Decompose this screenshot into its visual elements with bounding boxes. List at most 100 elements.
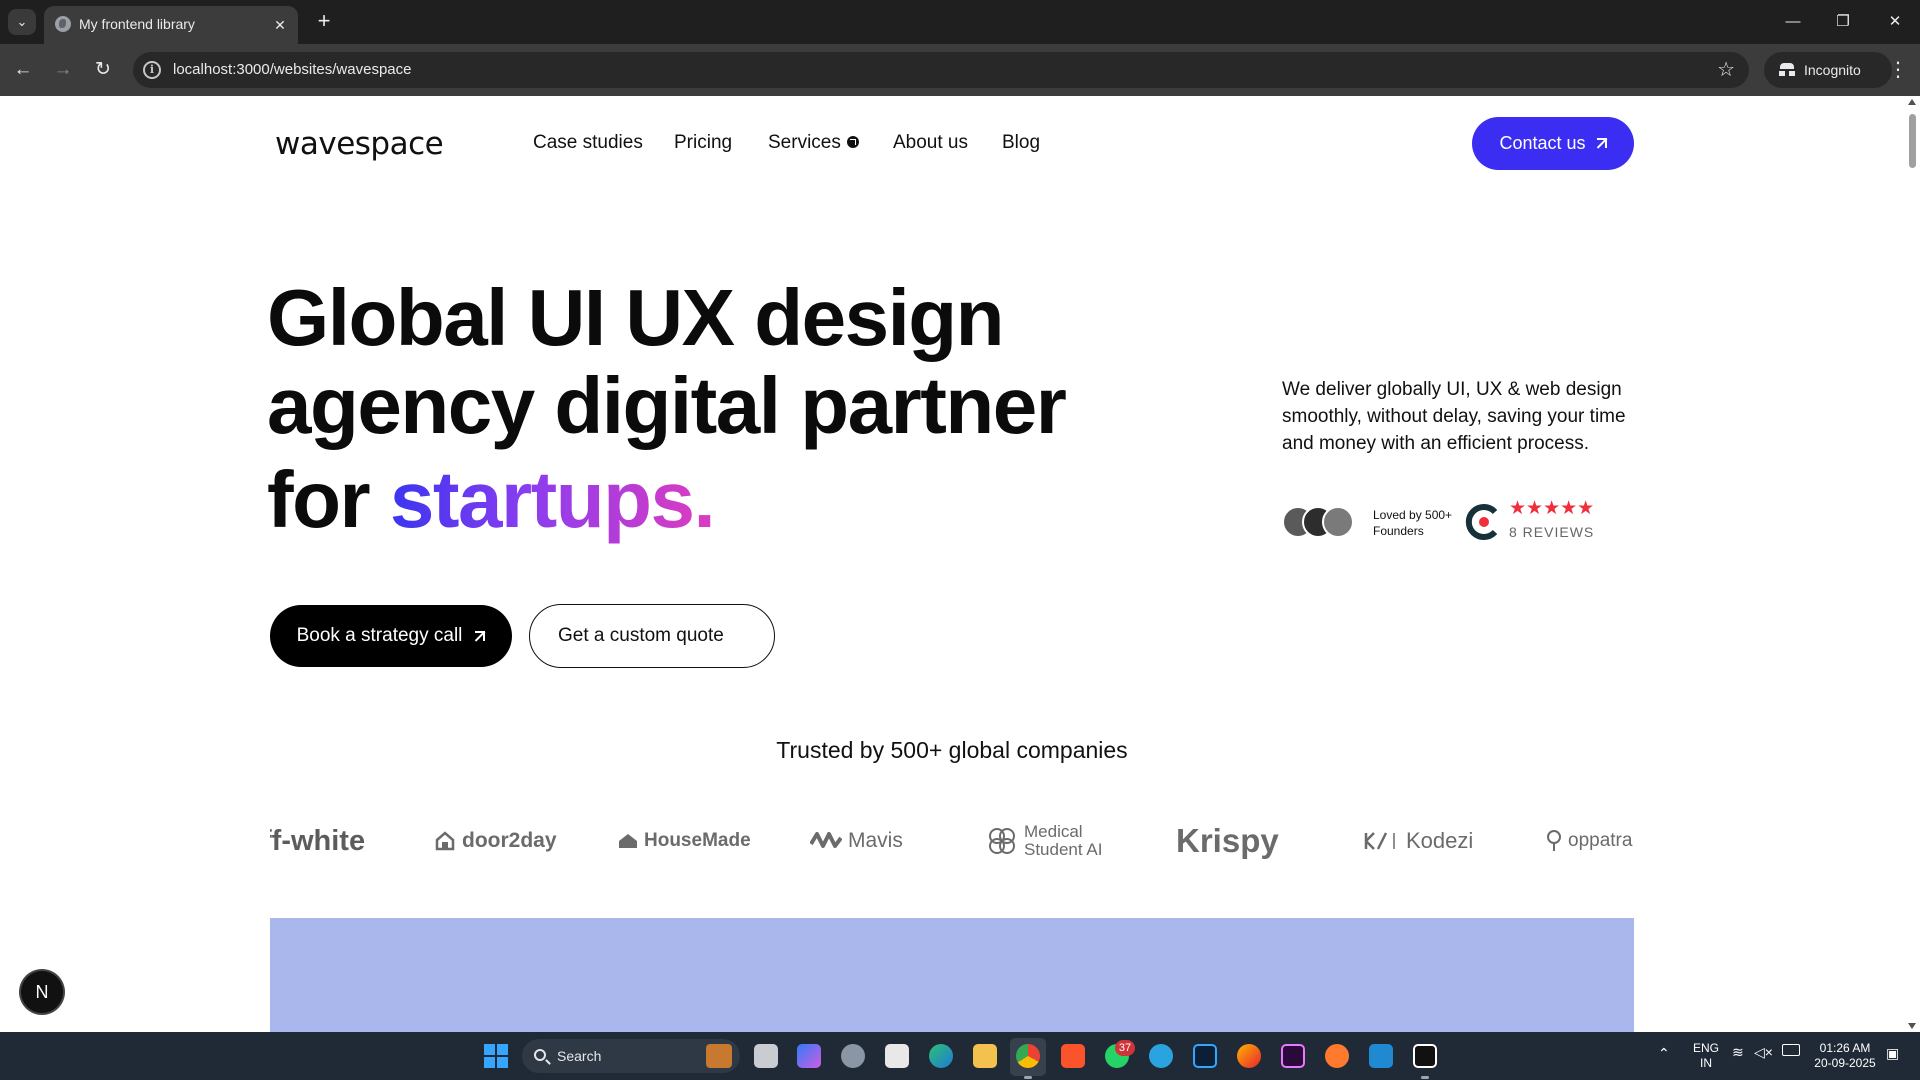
close-window-button[interactable]: ✕ — [1872, 8, 1918, 36]
nav-services-label: Services — [768, 132, 841, 153]
nav-about-us[interactable]: About us — [893, 132, 968, 154]
scroll-up-icon[interactable] — [1908, 99, 1916, 105]
new-tab-button[interactable]: + — [310, 8, 338, 36]
windows-taskbar: Search 37 ⌃ ENG IN ≋ ◁× 01:26 AM 20-09-2… — [0, 1032, 1920, 1080]
browser-tab-bar: ⌄ My frontend library ✕ + — ❐ ✕ — [0, 0, 1920, 44]
roof-icon — [619, 834, 637, 848]
file-explorer-icon[interactable] — [973, 1044, 997, 1068]
hero-heading-line-3: for startups. — [267, 460, 716, 540]
forward-button[interactable]: → — [49, 56, 77, 84]
incognito-label: Incognito — [1804, 62, 1861, 78]
back-button[interactable]: ← — [9, 56, 37, 84]
nav-pricing[interactable]: Pricing — [674, 132, 732, 154]
client-logo-text: Mavis — [848, 829, 903, 852]
hero-heading-line-1: Global UI UX design — [267, 273, 1005, 362]
incognito-icon — [1778, 61, 1796, 79]
scroll-down-icon[interactable] — [1908, 1023, 1916, 1029]
telegram-icon[interactable] — [1149, 1044, 1173, 1068]
settings-gear-icon[interactable] — [841, 1044, 865, 1068]
language-indicator[interactable]: ENG IN — [1692, 1041, 1720, 1071]
vscode-icon[interactable] — [1369, 1044, 1393, 1068]
brave-icon[interactable] — [1061, 1044, 1085, 1068]
store-icon[interactable] — [885, 1044, 909, 1068]
showcase-image — [270, 918, 1634, 1032]
hero-heading-highlight: startups — [389, 455, 695, 544]
reviews-count[interactable]: 8 REVIEWS — [1509, 524, 1594, 540]
browser-toolbar: ← → ↻ i localhost:3000/websites/wavespac… — [0, 44, 1920, 96]
nav-services[interactable]: Services — [768, 132, 859, 154]
wifi-icon[interactable]: ≋ — [1732, 1045, 1744, 1060]
client-logo-text: Krispy — [1176, 822, 1279, 859]
search-highlight-icon — [706, 1044, 732, 1068]
page-viewport: wavespace Case studies Pricing Services … — [0, 96, 1904, 1032]
battery-icon[interactable] — [1782, 1044, 1800, 1056]
taskbar-search[interactable]: Search — [522, 1039, 740, 1073]
loved-by-text: Loved by 500+ Founders — [1373, 507, 1452, 539]
speaker-muted-icon[interactable]: ◁× — [1754, 1045, 1773, 1060]
copilot-icon[interactable] — [797, 1044, 821, 1068]
reload-button[interactable]: ↻ — [89, 56, 117, 84]
clock[interactable]: 01:26 AM 20-09-2025 — [1810, 1041, 1880, 1071]
client-logo-offwhite: ff-white — [270, 812, 365, 870]
url-text[interactable]: localhost:3000/websites/wavespace — [173, 61, 411, 78]
language-line-1: ENG — [1692, 1041, 1719, 1055]
hero-heading-line-2: agency digital partner — [267, 361, 1067, 450]
arrow-up-right-icon — [474, 630, 486, 642]
clock-time: 01:26 AM — [1819, 1041, 1871, 1055]
address-bar[interactable]: i localhost:3000/websites/wavespace ☆ — [133, 52, 1749, 88]
incognito-indicator[interactable]: Incognito — [1764, 52, 1892, 88]
wave-m-icon — [810, 832, 842, 848]
globe-icon — [55, 16, 71, 32]
kodezi-mark-icon — [1364, 832, 1395, 850]
postman-icon[interactable] — [1325, 1044, 1349, 1068]
client-logo-text: door2day — [462, 829, 557, 852]
scrollbar-thumb[interactable] — [1909, 114, 1916, 168]
client-logo-oppatra: oppatra — [1546, 812, 1632, 870]
tab-close-icon[interactable]: ✕ — [270, 15, 290, 35]
custom-quote-label: Get a custom quote — [558, 625, 724, 646]
book-strategy-call-label: Book a strategy call — [296, 625, 463, 646]
firefox-icon[interactable] — [1237, 1044, 1261, 1068]
windows-start-icon[interactable] — [484, 1044, 508, 1068]
custom-quote-button[interactable]: Get a custom quote — [529, 604, 775, 668]
taskbar-search-label: Search — [557, 1048, 602, 1064]
bookmark-star-icon[interactable]: ☆ — [1717, 57, 1735, 82]
language-line-2: IN — [1700, 1056, 1712, 1070]
book-strategy-call-button[interactable]: Book a strategy call — [270, 605, 512, 667]
site-info-icon[interactable]: i — [143, 61, 161, 79]
running-indicator — [1024, 1076, 1032, 1079]
minimize-button[interactable]: — — [1770, 8, 1816, 36]
nav-case-studies[interactable]: Case studies — [533, 132, 643, 154]
premiere-pro-icon[interactable] — [1281, 1044, 1305, 1068]
client-logo-text: Kodezi — [1406, 828, 1474, 853]
photoshop-icon[interactable] — [1193, 1044, 1217, 1068]
client-logo-housemade: HouseMade — [618, 812, 751, 870]
client-logo-krispy: Krispy — [1176, 812, 1279, 870]
contact-us-button[interactable]: Contact us — [1472, 117, 1634, 170]
page-scrollbar[interactable] — [1904, 96, 1920, 1032]
client-logo-text: oppatra — [1568, 830, 1633, 851]
nextjs-dev-badge[interactable]: N — [21, 971, 63, 1013]
avatar — [1322, 506, 1354, 538]
notification-icon[interactable]: ▣ — [1886, 1046, 1899, 1061]
site-logo[interactable]: wavespace — [275, 126, 444, 162]
rating-stars: ★★★★★ — [1509, 498, 1595, 519]
tab-search-button[interactable]: ⌄ — [8, 9, 36, 35]
edge-icon[interactable] — [929, 1044, 953, 1068]
hero-tagline: We deliver globally UI, UX & web design … — [1282, 379, 1626, 454]
house-icon — [435, 831, 455, 851]
trusted-heading: Trusted by 500+ global companies — [776, 737, 1128, 763]
terminal-app-icon[interactable] — [1413, 1044, 1437, 1068]
nav-blog[interactable]: Blog — [1002, 132, 1040, 154]
client-logo-strip: ff-white door2day HouseMade Mavis Medica… — [270, 812, 1634, 870]
arrow-up-right-icon — [1596, 138, 1607, 149]
founder-avatars — [1282, 506, 1354, 540]
tray-overflow-chevron-icon[interactable]: ⌃ — [1658, 1046, 1670, 1061]
chrome-icon[interactable] — [1016, 1044, 1040, 1068]
browser-tab[interactable]: My frontend library ✕ — [44, 6, 298, 44]
task-view-icon[interactable] — [754, 1044, 778, 1068]
clutch-logo-icon — [1465, 504, 1498, 540]
browser-menu-button[interactable]: ⋮ — [1884, 56, 1912, 84]
restore-button[interactable]: ❐ — [1820, 8, 1866, 36]
clock-date: 20-09-2025 — [1814, 1056, 1876, 1070]
